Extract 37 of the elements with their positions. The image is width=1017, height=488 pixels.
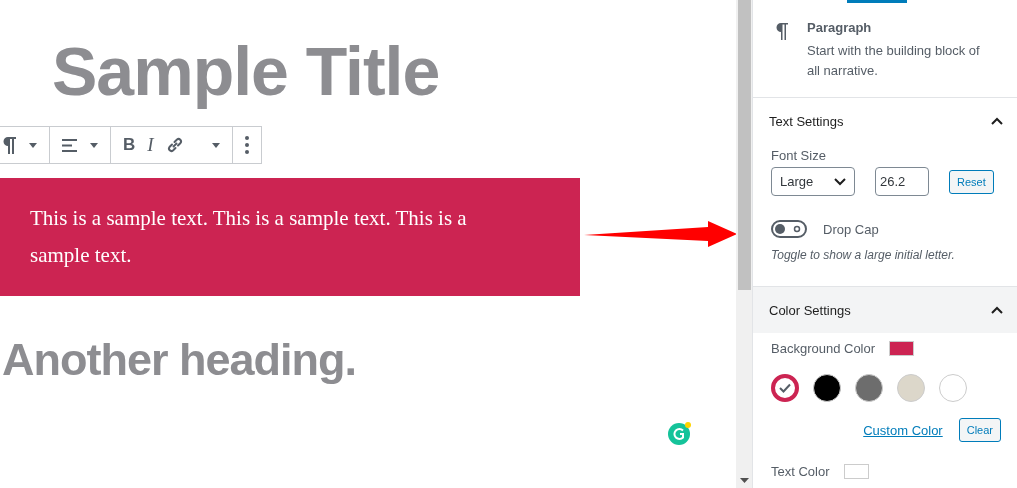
- pilcrow-icon: [775, 22, 789, 40]
- panel-header[interactable]: Text Settings: [753, 98, 1017, 144]
- scrollbar[interactable]: [736, 0, 752, 488]
- custom-color-link[interactable]: Custom Color: [863, 422, 943, 438]
- block-description: Start with the building block of all narrative.: [807, 42, 981, 80]
- caret-icon: [29, 142, 37, 148]
- more-icon: [244, 136, 249, 154]
- color-indicator: [889, 341, 915, 356]
- bold-button[interactable]: B: [117, 130, 142, 160]
- block-name: Paragraph: [807, 20, 873, 35]
- panel-header[interactable]: Color Settings: [753, 287, 1017, 333]
- color-indicator: [843, 464, 869, 479]
- paragraph-block: This is a sample text. This is a sample text. This is a sample text.: [0, 178, 580, 296]
- help-text: Toggle to show a large initial letter.: [771, 248, 956, 262]
- scroll-down-icon[interactable]: [739, 478, 749, 483]
- toggle-label: Drop Cap: [823, 221, 879, 237]
- chevron-down-icon: [834, 177, 846, 186]
- heading: Another heading.: [2, 334, 357, 386]
- reset-button[interactable]: Reset: [949, 169, 994, 194]
- caret-icon: [90, 142, 98, 148]
- toggle-switch[interactable]: [771, 220, 807, 238]
- chevron-up-icon: [991, 117, 1003, 125]
- color-swatch[interactable]: [771, 374, 799, 402]
- field-label: Font Size: [771, 148, 827, 163]
- chevron-up-icon: [991, 306, 1003, 314]
- post-title: Sample Title: [52, 32, 441, 111]
- check-icon: [779, 383, 791, 393]
- link-icon: [165, 136, 184, 154]
- custom-size-field[interactable]: 26.2: [875, 167, 929, 196]
- field-label: Background Color: [771, 341, 876, 356]
- font-size-select[interactable]: Large: [771, 167, 855, 196]
- field-label: Text Color: [771, 464, 830, 479]
- align-left-icon: [62, 138, 78, 152]
- clear-button[interactable]: Clear: [958, 418, 1001, 442]
- pilcrow-icon: [1, 136, 17, 154]
- caret-icon: [211, 142, 220, 148]
- italic-button[interactable]: I: [141, 130, 160, 160]
